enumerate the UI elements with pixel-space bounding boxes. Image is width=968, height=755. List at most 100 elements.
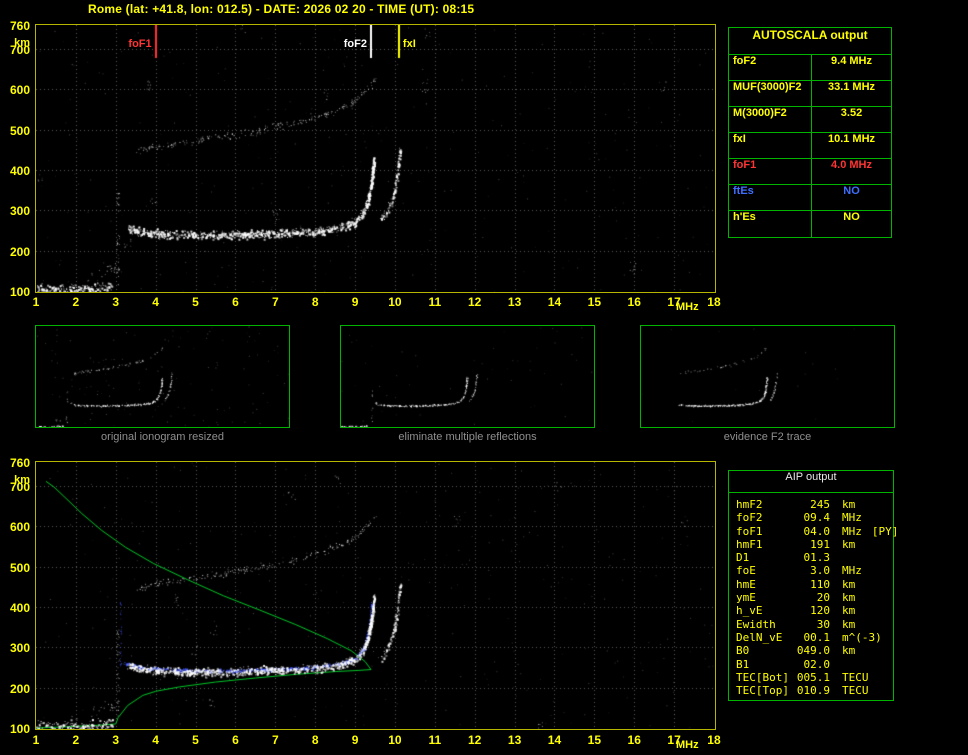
x-tick-bottom: 16 bbox=[627, 733, 641, 747]
aip-name: Ewidth bbox=[736, 617, 776, 631]
aip-name: foE bbox=[736, 564, 756, 578]
x-tick-bottom: 14 bbox=[547, 733, 562, 747]
x-tick-bottom: 11 bbox=[428, 733, 442, 747]
x-axis-unit-top: MHz bbox=[676, 301, 699, 313]
aip-table-title: AIP output bbox=[729, 471, 893, 493]
autoscala-row: M(3000)F2 3.52 bbox=[729, 107, 891, 133]
x-tick-bottom: 7 bbox=[271, 733, 279, 747]
parameter-value: 33.1 MHz bbox=[827, 81, 876, 93]
parameter-label: fxI bbox=[729, 133, 812, 158]
aip-unit: km bbox=[842, 604, 856, 618]
aip-value: 010.9 bbox=[796, 684, 830, 698]
x-tick-bottom: 15 bbox=[587, 733, 602, 747]
x-tick-top: 15 bbox=[587, 295, 602, 309]
x-axis-unit-bottom: MHz bbox=[676, 739, 699, 751]
aip-row: TEC[Bot] 005.1 TECU bbox=[736, 671, 893, 684]
y-tick-top: 400 bbox=[9, 164, 30, 179]
x-tick-bottom: 18 bbox=[707, 733, 721, 747]
y-tick-top: 500 bbox=[9, 123, 30, 138]
parameter-label: h'Es bbox=[729, 211, 812, 237]
aip-unit: TECU bbox=[842, 670, 869, 684]
parameter-label: M(3000)F2 bbox=[729, 107, 812, 132]
aip-value: 245 bbox=[810, 498, 830, 511]
ionogram-plot bbox=[35, 24, 716, 293]
x-tick-bottom: 13 bbox=[507, 733, 522, 747]
x-tick-bottom: 3 bbox=[112, 733, 120, 747]
x-tick-top: 18 bbox=[707, 295, 721, 309]
aip-row: D1 01.3 bbox=[736, 551, 893, 564]
x-tick-top: 8 bbox=[311, 295, 319, 309]
y-tick-top: 760 bbox=[9, 19, 30, 33]
aip-value: 00.1 bbox=[803, 630, 831, 644]
aip-name: B0 bbox=[736, 644, 750, 658]
aip-output-table: AIP output hmF2 245 km foF2 09.4 MHz foF1 04.0 M… bbox=[728, 470, 898, 701]
thumbnail-original-ionogram bbox=[35, 325, 290, 428]
x-tick-bottom: 2 bbox=[72, 733, 80, 747]
aip-unit: km bbox=[842, 617, 856, 631]
x-tick-top: 1 bbox=[32, 295, 40, 309]
aip-unit: km bbox=[842, 577, 856, 591]
x-tick-top: 7 bbox=[271, 295, 279, 309]
aip-name: TEC[Top] bbox=[736, 684, 789, 698]
parameter-label: MUF(3000)F2 bbox=[729, 81, 812, 106]
aip-unit: MHz bbox=[842, 564, 862, 578]
x-tick-bottom: 8 bbox=[311, 733, 319, 747]
profile-ionogram-plot bbox=[35, 461, 716, 730]
thumbnail-caption-f2trace: evidence F2 trace bbox=[723, 431, 812, 443]
aip-unit: MHz bbox=[842, 511, 862, 525]
thumbnail-caption-original: original ionogram resized bbox=[101, 431, 224, 443]
y-tick-bottom: 500 bbox=[9, 560, 30, 575]
x-tick-bottom: 1 bbox=[32, 733, 40, 747]
aip-value: 09.4 bbox=[803, 511, 831, 525]
x-tick-bottom: 5 bbox=[192, 733, 199, 747]
x-tick-top: 13 bbox=[507, 295, 522, 309]
aip-value: 110 bbox=[810, 577, 830, 591]
y-tick-top: 300 bbox=[9, 204, 30, 219]
x-tick-top: 14 bbox=[547, 295, 562, 309]
aip-row: B0 049.0 km bbox=[736, 644, 893, 657]
aip-unit: m^(-3) bbox=[842, 630, 882, 644]
fxI-marker-label: fxI bbox=[402, 38, 416, 50]
x-tick-top: 12 bbox=[468, 295, 482, 309]
x-tick-top: 11 bbox=[428, 295, 442, 309]
parameter-value: NO bbox=[843, 211, 860, 223]
aip-unit: TECU bbox=[842, 684, 869, 698]
aip-value: 01.3 bbox=[803, 551, 831, 565]
aip-value: 191 bbox=[810, 537, 830, 551]
parameter-label: foF2 bbox=[729, 55, 812, 80]
y-tick-bottom: 200 bbox=[9, 681, 30, 696]
y-axis-unit-top: km bbox=[14, 37, 30, 49]
y-tick-bottom: 760 bbox=[9, 456, 30, 470]
foF2-marker-label: foF2 bbox=[343, 38, 367, 50]
thumbnail-caption-multiples: eliminate multiple reflections bbox=[398, 431, 537, 443]
x-tick-top: 3 bbox=[112, 295, 120, 309]
x-tick-top: 6 bbox=[232, 295, 239, 309]
aip-row: ymE 20 km bbox=[736, 591, 893, 604]
parameter-value: 10.1 MHz bbox=[827, 133, 876, 145]
aip-value: 02.0 bbox=[803, 657, 831, 671]
aip-name: foF1 bbox=[736, 524, 763, 538]
y-tick-bottom: 600 bbox=[9, 520, 30, 535]
parameter-value: 3.52 bbox=[840, 107, 863, 119]
thumbnail-f2-trace bbox=[640, 325, 895, 428]
y-tick-top: 600 bbox=[9, 83, 30, 98]
thumbnail-multiples-removed bbox=[340, 325, 595, 428]
parameter-value: 4.0 MHz bbox=[831, 159, 872, 171]
y-tick-bottom: 100 bbox=[9, 721, 30, 736]
x-tick-top: 4 bbox=[152, 295, 159, 309]
aip-row: TEC[Top] 010.9 TECU bbox=[736, 684, 893, 697]
aip-name: B1 bbox=[736, 657, 750, 671]
autoscala-row: h'Es NO bbox=[729, 211, 891, 237]
aip-value: 04.0 bbox=[803, 524, 831, 538]
autoscala-row: foF1 4.0 MHz bbox=[729, 159, 891, 185]
x-tick-top: 9 bbox=[351, 295, 359, 309]
aip-row: h_vE 120 km bbox=[736, 604, 893, 617]
autoscala-row: fxI 10.1 MHz bbox=[729, 133, 891, 159]
x-tick-top: 10 bbox=[388, 295, 402, 309]
aip-value: 049.0 bbox=[796, 644, 830, 658]
autoscala-row: MUF(3000)F2 33.1 MHz bbox=[729, 81, 891, 107]
x-tick-bottom: 10 bbox=[388, 733, 402, 747]
parameter-label: foF1 bbox=[729, 159, 812, 184]
aip-unit: MHz bbox=[842, 524, 862, 538]
aip-name: hmE bbox=[736, 577, 756, 591]
